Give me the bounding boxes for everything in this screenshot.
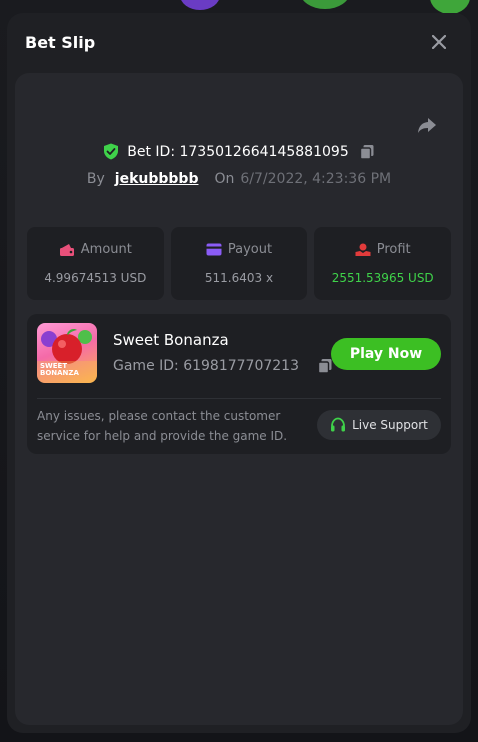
thumb-text-line2: BONANZA [40, 369, 79, 377]
game-card: SWEET BONANZA Sweet Bonanza Game ID: 619… [27, 314, 451, 454]
share-icon [418, 118, 436, 133]
bet-details-panel: Bet ID: 1735012664145881095 By jekubbbbb… [15, 73, 463, 725]
profit-icon [355, 243, 371, 256]
stat-profit: Profit 2551.53965 USD [314, 227, 452, 300]
by-label: By [86, 171, 105, 187]
stat-amount-value: 4.99674513 USD [44, 271, 147, 285]
stat-payout: Payout 511.6403 x [170, 227, 308, 300]
modal-header: Bet Slip [7, 13, 471, 71]
stat-payout-value: 511.6403 x [204, 271, 274, 285]
modal-title: Bet Slip [25, 32, 96, 52]
stat-profit-header: Profit [355, 242, 411, 257]
game-id-row: Game ID: 6198177707213 [113, 358, 333, 374]
wallet-icon [59, 243, 74, 256]
close-button[interactable] [427, 30, 451, 54]
play-now-button[interactable]: Play Now [331, 338, 441, 370]
help-text: Any issues, please contact the customer … [37, 409, 288, 443]
shield-check-icon [104, 143, 119, 160]
copy-game-id-button[interactable] [317, 358, 333, 374]
copy-icon [359, 144, 374, 160]
share-button[interactable] [415, 113, 439, 137]
bet-id: Bet ID: 1735012664145881095 [127, 143, 349, 160]
card-icon [206, 243, 222, 256]
stat-payout-label: Payout [227, 242, 273, 257]
headset-icon [331, 417, 346, 432]
stat-payout-header: Payout [206, 242, 272, 257]
bet-slip-modal: Bet Slip Bet ID: 1735012664145881095 By … [7, 13, 471, 733]
bet-stats: Amount 4.99674513 USD Payout 511.6403 x [27, 227, 452, 300]
game-thumbnail-logo: SWEET BONANZA [40, 363, 79, 377]
on-label: On [214, 171, 235, 187]
bet-id-row: Bet ID: 1735012664145881095 [15, 143, 463, 160]
bet-date: 6/7/2022, 4:23:36 PM [240, 171, 392, 187]
stat-amount-label: Amount [80, 242, 132, 257]
live-support-label: Live Support [352, 418, 428, 432]
stat-profit-label: Profit [376, 242, 411, 257]
game-id: Game ID: 6198177707213 [113, 358, 299, 374]
close-icon [432, 35, 446, 49]
game-thumbnail[interactable]: SWEET BONANZA [37, 323, 97, 383]
game-name: Sweet Bonanza [113, 331, 229, 349]
copy-icon [317, 359, 332, 374]
username-link[interactable]: jekubbbbb [115, 171, 199, 187]
divider [37, 398, 441, 399]
bet-author-row: By jekubbbbb On 6/7/2022, 4:23:36 PM [15, 171, 463, 187]
live-support-button[interactable]: Live Support [317, 410, 441, 440]
copy-bet-id-button[interactable] [359, 144, 375, 160]
stat-profit-value: 2551.53965 USD [331, 271, 434, 285]
stat-amount-header: Amount [59, 242, 132, 257]
stat-amount: Amount 4.99674513 USD [27, 227, 164, 300]
